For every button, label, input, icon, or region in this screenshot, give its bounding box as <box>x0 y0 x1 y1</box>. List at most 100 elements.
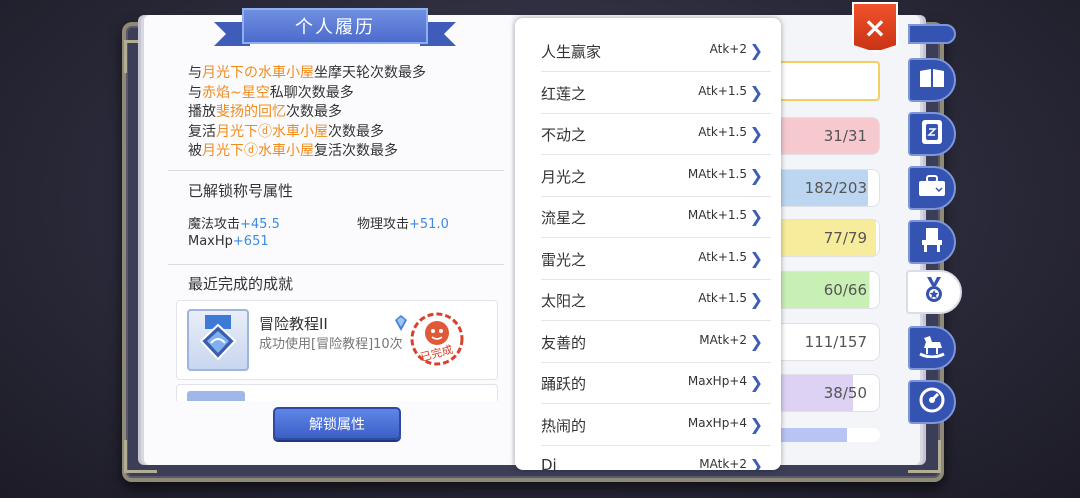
close-button[interactable]: × <box>852 2 898 52</box>
title-option-name: 月光之 <box>541 167 587 186</box>
progress-count: 77/79 <box>823 229 867 247</box>
book-icon <box>918 67 946 93</box>
history-text: 复活 <box>188 123 216 140</box>
history-text: 播放 <box>188 104 216 120</box>
title-option[interactable]: 友善的 MAtk+2 ❯ <box>541 321 771 363</box>
title-option-bonus: Atk+1.5 <box>698 291 747 305</box>
title-option-bonus: MAtk+2 <box>699 332 747 347</box>
title-option[interactable]: 雷光之 Atk+1.5 ❯ <box>541 238 771 280</box>
chevron-right-icon: ❯ <box>749 124 763 143</box>
divider <box>168 170 504 171</box>
title-option-bonus: MaxHp+4 <box>687 374 747 388</box>
achievement-progress-bar[interactable]: 111/157 <box>770 323 880 361</box>
title-option-name: 红莲之 <box>541 84 587 103</box>
side-tab-rocking-horse[interactable] <box>908 326 956 370</box>
history-text: 被 <box>188 143 202 159</box>
title-option[interactable]: 热闹的 MaxHp+4 ❯ <box>541 404 771 446</box>
history-text: 次数最多 <box>328 123 384 140</box>
side-tab-gauge[interactable] <box>908 380 956 424</box>
history-highlight: 赤焰~星空 <box>202 84 270 101</box>
title-option-name: 热闹的 <box>541 416 587 435</box>
progress-count: 111/157 <box>804 333 867 351</box>
history-highlight: 月光下ⓓ水車小屋 <box>202 143 314 159</box>
progress-count: 182/203 <box>804 179 867 197</box>
page-title: 个人履历 <box>242 8 428 44</box>
achievement-progress-bar[interactable]: 38/50 <box>770 374 880 412</box>
title-option[interactable]: 人生赢家 Atk+2 ❯ <box>541 30 771 72</box>
history-line: 播放斐扬的回忆次数最多 <box>188 103 498 123</box>
progress-count: 60/66 <box>823 281 867 299</box>
chevron-right-icon: ❯ <box>749 41 763 60</box>
history-text: 与 <box>188 65 202 81</box>
unlocked-attrs-heading: 已解锁称号属性 <box>188 182 294 200</box>
title-option-name: 太阳之 <box>541 292 587 310</box>
medal-icon <box>922 276 946 308</box>
history-highlight: 月光下の水車小屋 <box>202 65 314 81</box>
chevron-right-icon: ❯ <box>749 165 763 185</box>
history-highlight: 斐扬的回忆 <box>216 104 286 120</box>
history-text: 坐摩天轮次数最多 <box>314 65 426 81</box>
title-option-bonus: Atk+2 <box>709 42 747 56</box>
achievement-progress-bar[interactable]: 31/31 <box>770 117 880 155</box>
title-option-name: 人生赢家 <box>541 43 602 61</box>
chevron-right-icon: ❯ <box>749 331 763 351</box>
title-option-bonus: MaxHp+4 <box>687 415 747 430</box>
achievement-badge-icon <box>187 309 249 371</box>
title-option-bonus: Atk+1.5 <box>698 249 747 264</box>
title-option[interactable]: 踊跃的 MaxHp+4 ❯ <box>541 362 771 404</box>
side-tab-book[interactable] <box>908 58 956 102</box>
title-dropdown-list[interactable]: 人生赢家 Atk+2 ❯ 红莲之 Atk+1.5 ❯ 不动之 Atk+1.5 ❯ 月光之 MAtk+… <box>515 18 781 470</box>
title-option-name: 不动之 <box>541 126 587 144</box>
achievement-progress-bar[interactable]: 77/79 <box>770 219 880 257</box>
title-option[interactable]: 流星之 MAtk+1.5 ❯ <box>541 196 771 238</box>
top-input-bar[interactable] <box>770 61 880 101</box>
title-option-bonus: MAtk+2 <box>699 457 747 470</box>
title-option[interactable]: 太阳之 Atk+1.5 ❯ <box>541 279 771 321</box>
side-tab-chest[interactable] <box>908 166 956 210</box>
history-text: 私聊次数最多 <box>269 84 354 101</box>
title-option-name: 雷光之 <box>541 250 587 269</box>
history-highlight: 月光下ⓓ水車小屋 <box>216 123 328 140</box>
chevron-right-icon: ❯ <box>749 82 763 102</box>
title-option[interactable]: 月光之 MAtk+1.5 ❯ <box>541 155 771 197</box>
chest-icon <box>918 175 946 201</box>
side-tab-throne[interactable] <box>908 220 956 264</box>
title-option-bonus: Atk+1.5 <box>698 83 747 98</box>
history-text: 次数最多 <box>286 104 342 120</box>
completed-stamp: 已完成 <box>409 311 465 367</box>
side-tab-map[interactable] <box>908 24 956 44</box>
side-tab-card[interactable] <box>908 112 956 156</box>
title-option-name: Di <box>541 456 557 470</box>
throne-icon <box>920 227 944 257</box>
achievement-progress-bar[interactable] <box>770 428 880 442</box>
stat-physical-attack: 物理攻击+51.0 <box>357 217 449 232</box>
unlock-attributes-button[interactable]: 解锁属性 <box>273 407 401 440</box>
title-option-bonus: MAtk+1.5 <box>687 166 747 181</box>
achievement-card[interactable]: 冒险教程II 成功使用[冒险教程]10次 已完成 <box>176 300 498 380</box>
title-option-name: 流星之 <box>541 209 587 227</box>
achievement-progress-bar[interactable]: 60/66 <box>770 271 880 309</box>
history-text: 复活次数最多 <box>314 143 398 159</box>
title-option-bonus: Atk+1.5 <box>698 125 747 139</box>
achievement-description: 成功使用[冒险教程]10次 <box>259 337 403 352</box>
title-option[interactable]: 不动之 Atk+1.5 ❯ <box>541 113 771 155</box>
chevron-right-icon: ❯ <box>749 414 763 434</box>
divider <box>168 264 504 265</box>
side-tab-medal[interactable] <box>906 270 962 314</box>
title-option-name: 踊跃的 <box>541 375 587 393</box>
card-icon <box>921 119 943 149</box>
chevron-right-icon: ❯ <box>749 456 763 470</box>
history-line: 复活月光下ⓓ水車小屋次数最多 <box>188 123 498 143</box>
achievement-progress-bar[interactable]: 182/203 <box>770 169 880 207</box>
stamp-text: 已完成 <box>419 342 454 364</box>
title-option[interactable]: 红莲之 Atk+1.5 ❯ <box>541 72 771 114</box>
history-line: 被月光下ⓓ水車小屋复活次数最多 <box>188 142 498 162</box>
history-list: 与月光下の水車小屋坐摩天轮次数最多 与赤焰~星空私聊次数最多 播放斐扬的回忆次数最多… <box>188 64 498 162</box>
history-text: 与 <box>188 84 202 101</box>
chevron-right-icon: ❯ <box>749 248 763 268</box>
history-line: 与月光下の水車小屋坐摩天轮次数最多 <box>188 64 498 84</box>
progress-count: 31/31 <box>823 127 867 145</box>
chevron-right-icon: ❯ <box>749 290 763 309</box>
title-option[interactable]: Di MAtk+2 ❯ <box>541 445 771 470</box>
achievement-card[interactable] <box>176 384 498 401</box>
